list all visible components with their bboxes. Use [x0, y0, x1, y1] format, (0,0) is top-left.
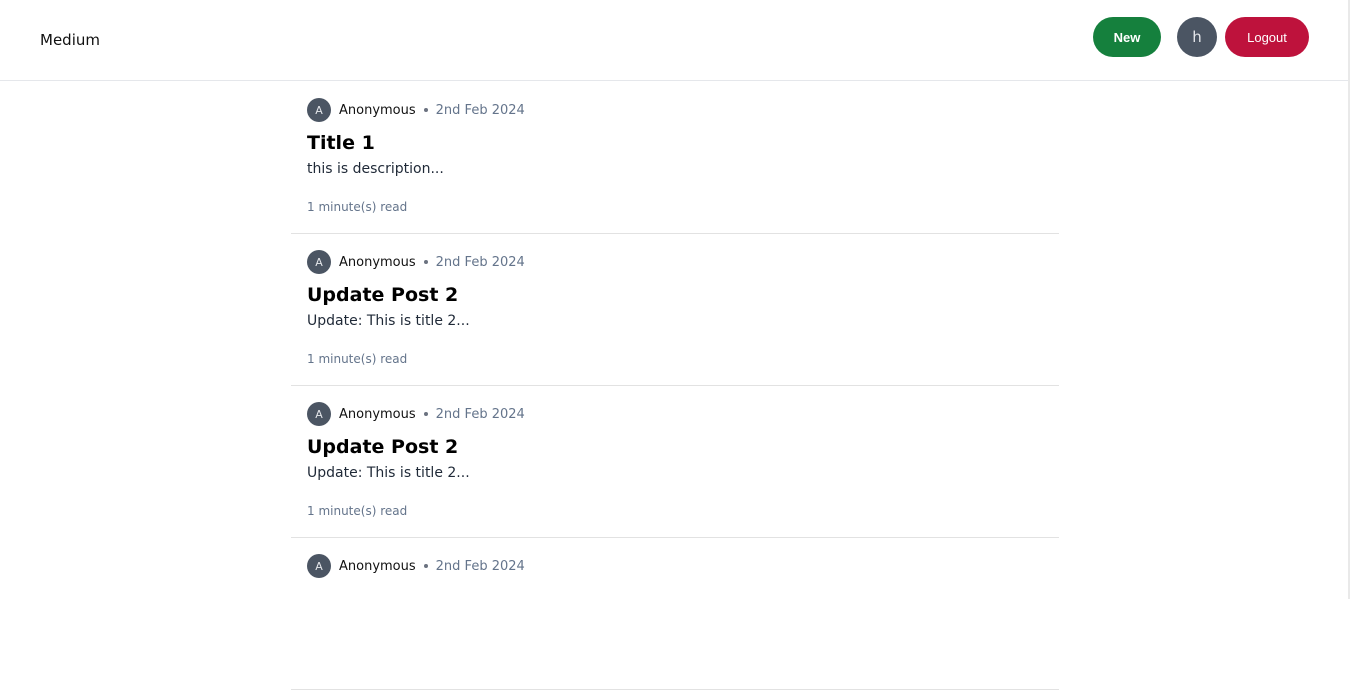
post-date: 2nd Feb 2024 — [435, 558, 525, 574]
post-title[interactable]: Update Post 2 — [307, 284, 458, 306]
read-time: 1 minute(s) read — [307, 352, 408, 366]
author-name: Anonymous — [339, 406, 416, 422]
post-meta: A Anonymous 2nd Feb 2024 — [307, 250, 525, 274]
separator-dot-icon — [423, 108, 428, 112]
post-title[interactable]: Update Post 2 — [307, 436, 458, 458]
blog-card[interactable]: A Anonymous 2nd Feb 2024 — [291, 538, 1059, 690]
author-name: Anonymous — [339, 558, 416, 574]
separator-dot-icon — [423, 564, 428, 568]
author-name: Anonymous — [339, 254, 416, 270]
post-date: 2nd Feb 2024 — [435, 406, 525, 422]
author-name: Anonymous — [339, 102, 416, 118]
user-avatar[interactable]: h — [1177, 17, 1217, 57]
post-meta: A Anonymous 2nd Feb 2024 — [307, 554, 525, 578]
post-meta: A Anonymous 2nd Feb 2024 — [307, 98, 525, 122]
separator-dot-icon — [423, 260, 428, 264]
logout-button[interactable]: Logout — [1225, 17, 1309, 57]
read-time: 1 minute(s) read — [307, 504, 408, 518]
read-time: 1 minute(s) read — [307, 200, 408, 214]
post-title[interactable]: Title 1 — [307, 132, 375, 154]
app-header: Medium New h Logout — [0, 0, 1348, 81]
author-avatar: A — [307, 250, 331, 274]
new-post-button[interactable]: New — [1093, 17, 1161, 57]
post-date: 2nd Feb 2024 — [435, 254, 525, 270]
author-avatar: A — [307, 554, 331, 578]
blog-card[interactable]: A Anonymous 2nd Feb 2024 Update Post 2 U… — [291, 234, 1059, 386]
author-avatar: A — [307, 402, 331, 426]
post-date: 2nd Feb 2024 — [435, 102, 525, 118]
post-description: Update: This is title 2... — [307, 465, 470, 481]
brand-logo[interactable]: Medium — [40, 31, 100, 49]
separator-dot-icon — [423, 412, 428, 416]
blog-card[interactable]: A Anonymous 2nd Feb 2024 Title 1 this is… — [291, 82, 1059, 234]
author-avatar: A — [307, 98, 331, 122]
post-description: this is description... — [307, 161, 444, 177]
post-meta: A Anonymous 2nd Feb 2024 — [307, 402, 525, 426]
blog-card[interactable]: A Anonymous 2nd Feb 2024 Update Post 2 U… — [291, 386, 1059, 538]
post-description: Update: This is title 2... — [307, 313, 470, 329]
